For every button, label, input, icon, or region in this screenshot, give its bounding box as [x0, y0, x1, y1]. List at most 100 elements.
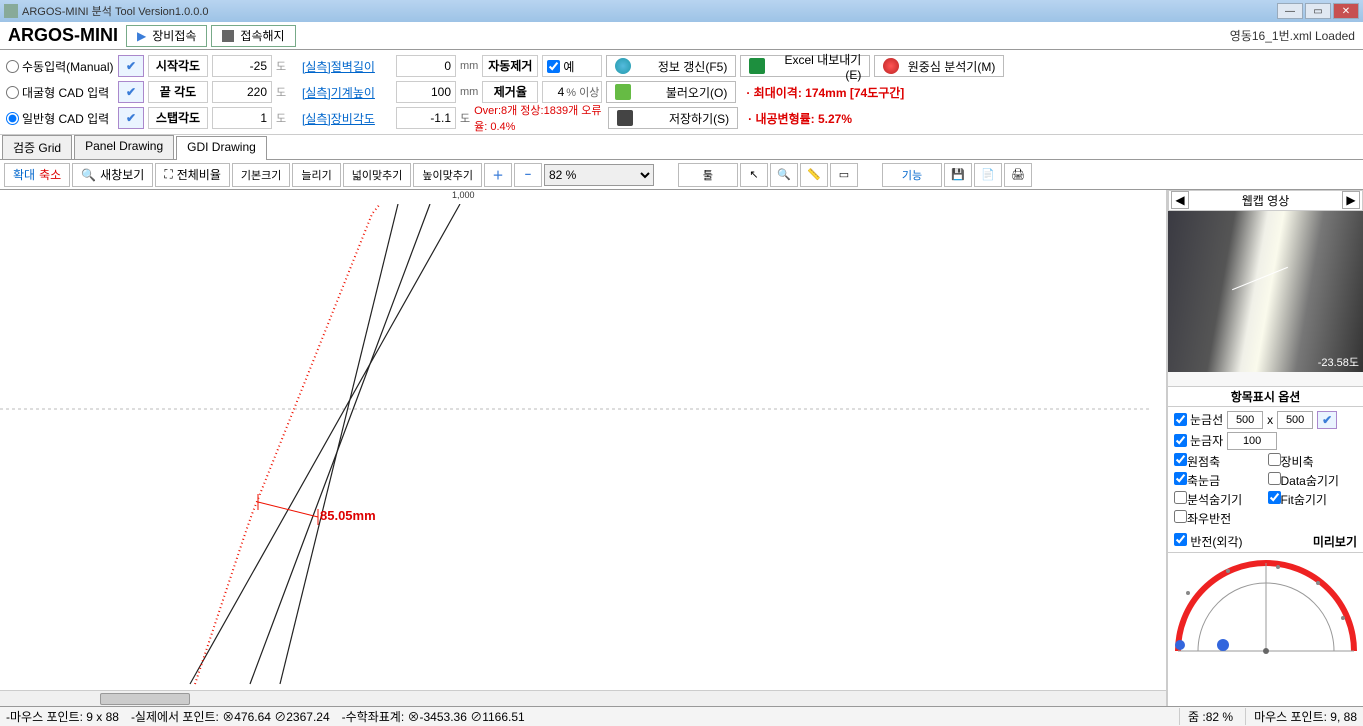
loaded-file-label: 영동16_1번.xml Loaded: [1230, 27, 1355, 44]
ruler-label: 1,000: [452, 190, 475, 200]
header-bar: ARGOS-MINI ▶ 장비접속 접속해지 영동16_1번.xml Loade…: [0, 22, 1363, 50]
play-icon: ▶: [137, 29, 146, 43]
refresh-button[interactable]: 정보 갱신(F5): [606, 55, 736, 77]
fit-width-button[interactable]: 넓이맞추기: [343, 163, 412, 187]
end-angle-value[interactable]: 220: [212, 81, 272, 103]
fullratio-button[interactable]: ⛶전체비율: [155, 163, 230, 187]
connect-button[interactable]: ▶ 장비접속: [126, 25, 207, 47]
zoom-icon: 🔍: [81, 168, 96, 182]
chk-axisgrid[interactable]: 축눈금: [1174, 472, 1264, 489]
tab-grid[interactable]: 검증 Grid: [2, 135, 72, 159]
pointer-tool[interactable]: ↖: [740, 163, 768, 187]
wall-link[interactable]: [실측]절벽길이: [302, 58, 392, 75]
mh-value[interactable]: 100: [396, 81, 456, 103]
step-angle-label: 스탭각도: [148, 107, 208, 129]
minus-button[interactable]: −: [514, 163, 542, 187]
load-button[interactable]: 불러오기(O): [606, 81, 736, 103]
newview-button[interactable]: 🔍새창보기: [72, 163, 153, 187]
radio-manual[interactable]: 수동입력(Manual): [6, 58, 114, 75]
scrollbar-thumb[interactable]: [100, 693, 190, 705]
preview-canvas: [1168, 552, 1363, 706]
tab-gdi[interactable]: GDI Drawing: [176, 136, 267, 160]
autorm-label: 자동제거: [482, 55, 538, 77]
window-title: ARGOS-MINI 분석 Tool Version1.0.0.0: [22, 3, 1277, 19]
view-tabs: 검증 Grid Panel Drawing GDI Drawing: [0, 135, 1363, 160]
right-panel: ◀ 웹캡 영상 ▶ -23.58도 항목표시 옵션 눈금선 x ✔ 눈금자 원점…: [1167, 190, 1363, 706]
over-msg: Over:8개 정상:1839개 오류율: 0.4%: [474, 102, 604, 134]
rect-tool[interactable]: ▭: [830, 163, 858, 187]
gridnum-v[interactable]: [1227, 432, 1277, 450]
zoom-select[interactable]: 82 %: [544, 164, 654, 186]
ruler-tool[interactable]: 📏: [800, 163, 828, 187]
status-mouse: -마우스 포인트: 9 x 88: [6, 708, 119, 725]
apply-grid[interactable]: ✔: [1317, 411, 1337, 429]
target-icon: [883, 58, 899, 74]
connect-label: 장비접속: [152, 27, 196, 44]
zoom-buttons[interactable]: 확대 축소: [4, 163, 70, 187]
max-gap-note: · 최대이격: 174mm [74도구간]: [746, 84, 904, 101]
drawing-canvas[interactable]: 1,000 85.05mm: [0, 190, 1167, 706]
chk-datahide[interactable]: Data숨기기: [1268, 472, 1358, 489]
preview-title-row: 반전(외각) 미리보기: [1168, 531, 1363, 552]
stop-icon: [222, 30, 234, 42]
chk-fithide[interactable]: Fit숨기기: [1268, 491, 1358, 508]
grid-w[interactable]: [1227, 411, 1263, 429]
radio-cad1[interactable]: 대굴형 CAD 입력: [6, 84, 114, 101]
close-button[interactable]: ✕: [1333, 3, 1359, 19]
status-math: -수학좌표계: ⊗-3453.36 ⊘1166.51: [342, 708, 525, 725]
h-scrollbar[interactable]: [0, 690, 1166, 706]
chk-anahide[interactable]: 분석숨기기: [1174, 491, 1264, 508]
maximize-button[interactable]: ▭: [1305, 3, 1331, 19]
ea-value[interactable]: -1.1: [396, 107, 456, 129]
plus-button[interactable]: ＋: [484, 163, 512, 187]
status-bar: -마우스 포인트: 9 x 88 -실제에서 포인트: ⊗476.64 ⊘236…: [0, 706, 1363, 726]
app-icon: [4, 4, 18, 18]
save-button[interactable]: 저장하기(S): [608, 107, 738, 129]
start-angle-label: 시작각도: [148, 55, 208, 77]
widen-button[interactable]: 늘리기: [292, 163, 340, 187]
excel-icon: [749, 58, 765, 74]
start-angle-value[interactable]: -25: [212, 55, 272, 77]
chk-fliplr[interactable]: 좌우반전: [1174, 510, 1264, 527]
webcam-view: -23.58도: [1168, 211, 1363, 372]
prev-arrow[interactable]: ◀: [1171, 191, 1189, 209]
check-icon[interactable]: ✔: [118, 55, 144, 77]
chk-devaxis[interactable]: 장비축: [1268, 453, 1358, 470]
mh-link[interactable]: [실측]기계높이: [302, 84, 392, 101]
chk-origaxis[interactable]: 원점축: [1174, 453, 1264, 470]
minimize-button[interactable]: —: [1277, 3, 1303, 19]
centroid-button[interactable]: 원중심 분석기(M): [874, 55, 1004, 77]
disconnect-button[interactable]: 접속해지: [211, 25, 295, 47]
drawing-svg: [0, 204, 1166, 706]
webcam-slider[interactable]: [1168, 372, 1363, 387]
refresh-icon: [615, 58, 631, 74]
chk-gridnum[interactable]: 눈금자: [1174, 432, 1223, 449]
deform-note: · 내공변형률: 5.27%: [748, 110, 852, 127]
autorm-check[interactable]: 예: [542, 55, 602, 77]
measure-annotation: 85.05mm: [320, 508, 376, 523]
wall-value[interactable]: 0: [396, 55, 456, 77]
next-arrow[interactable]: ▶: [1342, 191, 1360, 209]
fit-icon: ⛶: [164, 167, 172, 182]
save-icon: [617, 110, 633, 126]
rate-value[interactable]: 4: [558, 85, 565, 99]
check-icon[interactable]: ✔: [118, 81, 144, 103]
step-angle-value[interactable]: 1: [212, 107, 272, 129]
origsize-button[interactable]: 기본크기: [232, 163, 290, 187]
zoom-tool[interactable]: 🔍: [770, 163, 798, 187]
save-icon-button[interactable]: 💾: [944, 163, 972, 187]
chk-invert[interactable]: 반전(외각): [1174, 533, 1243, 550]
excel-button[interactable]: Excel 내보내기(E): [740, 55, 870, 77]
etc-button[interactable]: 기능: [882, 163, 942, 187]
rate-label: 제거율: [482, 81, 538, 103]
check-icon[interactable]: ✔: [118, 107, 144, 129]
print-icon-button[interactable]: 🖨: [1004, 163, 1032, 187]
ea-link[interactable]: [실측]장비각도: [302, 110, 392, 127]
chk-gridline[interactable]: 눈금선: [1174, 411, 1223, 428]
radio-cad2[interactable]: 일반형 CAD 입력: [6, 110, 114, 127]
tab-panel[interactable]: Panel Drawing: [74, 135, 174, 159]
grid-h[interactable]: [1277, 411, 1313, 429]
fit-height-button[interactable]: 높이맞추기: [413, 163, 482, 187]
tool-button[interactable]: 툴: [678, 163, 738, 187]
doc-icon-button[interactable]: 📄: [974, 163, 1002, 187]
